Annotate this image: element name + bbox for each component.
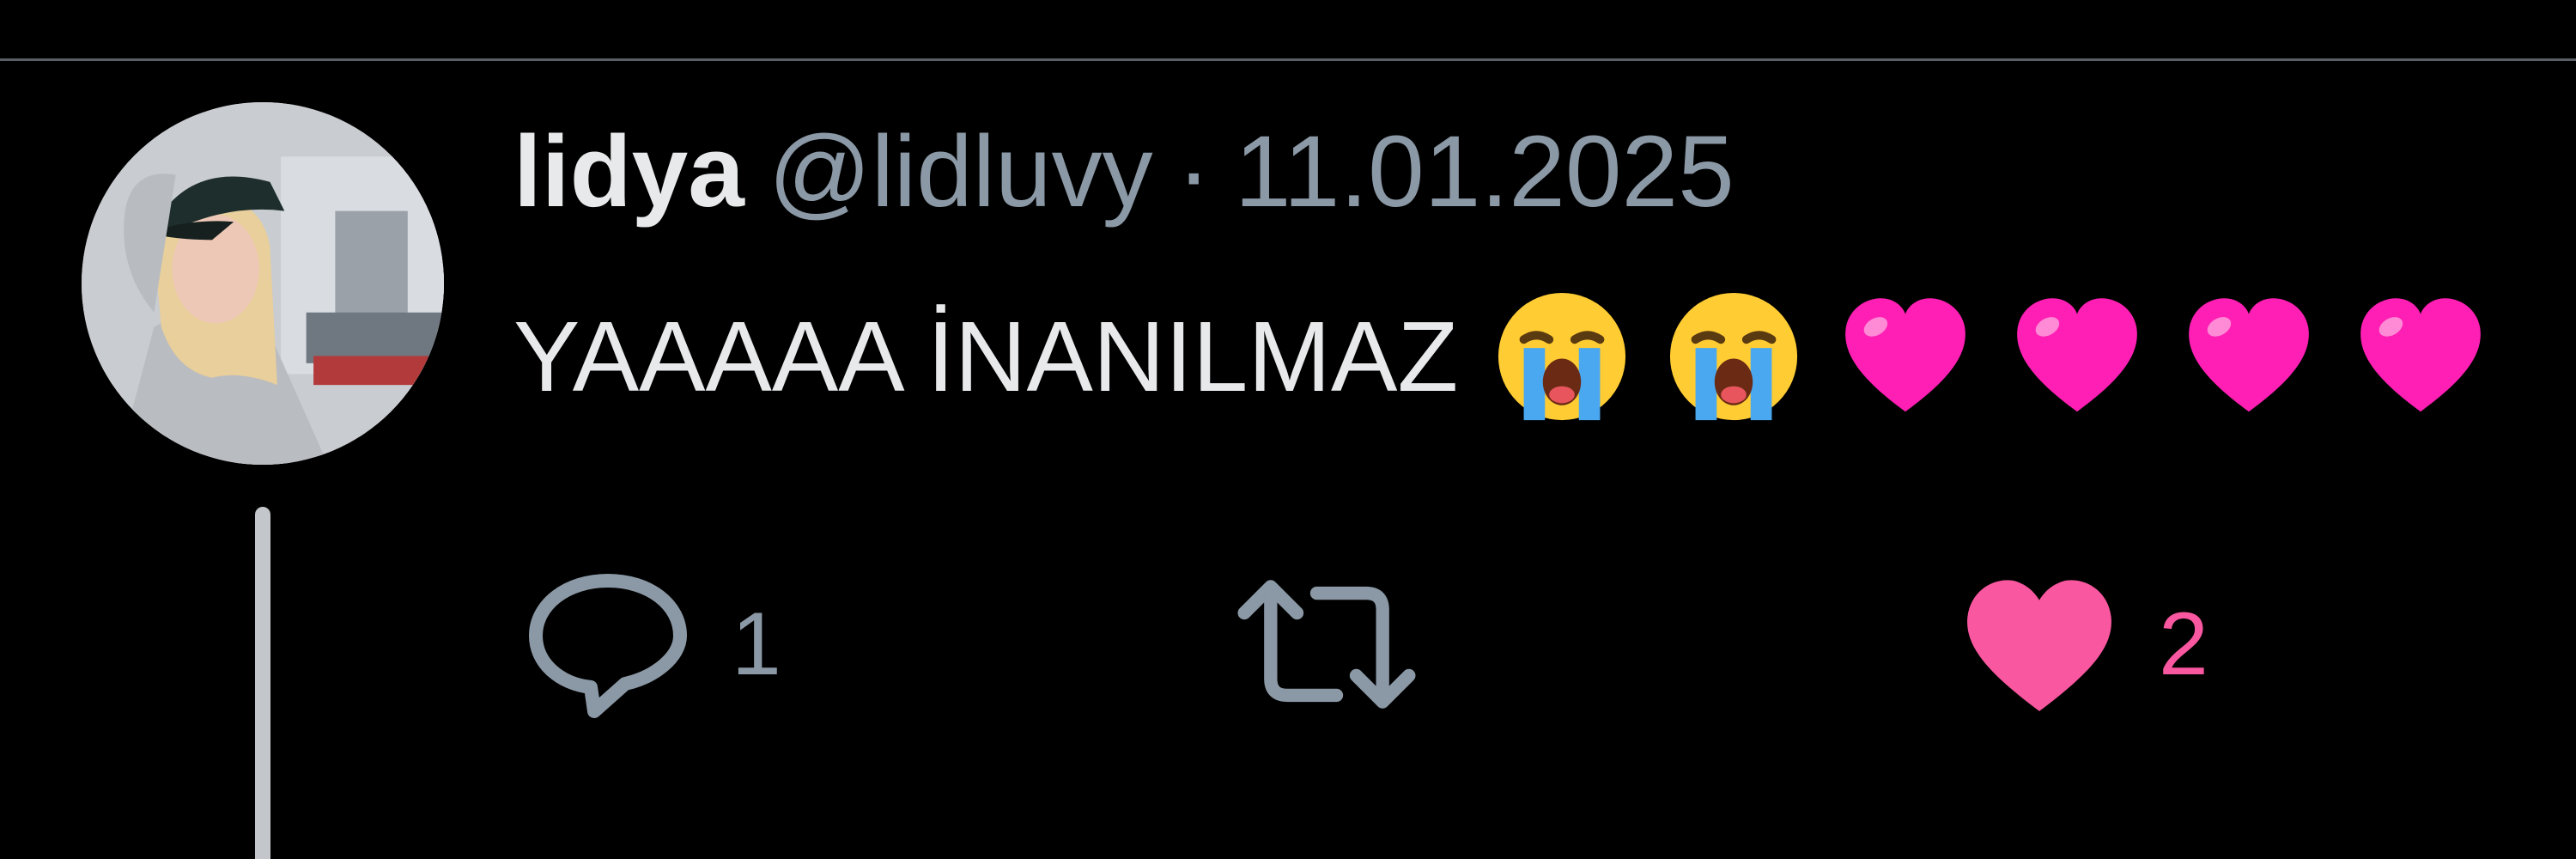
loudly-crying-face-icon bbox=[1666, 289, 1801, 424]
tweet-text: YAAAAA İNANILMAZ bbox=[513, 283, 2488, 430]
like-button[interactable]: 2 bbox=[1958, 567, 2208, 722]
reply-icon bbox=[529, 574, 687, 718]
display-name[interactable]: lidya bbox=[513, 103, 744, 241]
like-count: 2 bbox=[2159, 594, 2208, 694]
retweet-icon bbox=[1237, 580, 1416, 709]
pink-heart-icon bbox=[2181, 289, 2317, 424]
top-divider bbox=[0, 58, 2576, 61]
avatar-image bbox=[82, 102, 444, 465]
pink-heart-icon bbox=[1838, 289, 1973, 424]
reply-button[interactable]: 1 bbox=[522, 567, 781, 722]
reply-count: 1 bbox=[732, 594, 781, 694]
heart-icon bbox=[1967, 580, 2111, 711]
header-separator: · bbox=[1176, 115, 1211, 228]
tweet-date[interactable]: 11.01.2025 bbox=[1235, 103, 1735, 241]
tweet-actions: 1 2 bbox=[0, 567, 2576, 722]
tweet-header: lidya @lidluvy · 11.01.2025 bbox=[513, 103, 1735, 241]
tweet-body: YAAAAA İNANILMAZ bbox=[513, 301, 1459, 412]
user-handle[interactable]: @lidluvy bbox=[769, 103, 1153, 241]
pink-heart-icon bbox=[2009, 289, 2145, 424]
pink-heart-icon bbox=[2353, 289, 2488, 424]
retweet-button[interactable] bbox=[1228, 567, 1463, 722]
avatar[interactable] bbox=[82, 102, 444, 465]
loudly-crying-face-icon bbox=[1494, 289, 1630, 424]
